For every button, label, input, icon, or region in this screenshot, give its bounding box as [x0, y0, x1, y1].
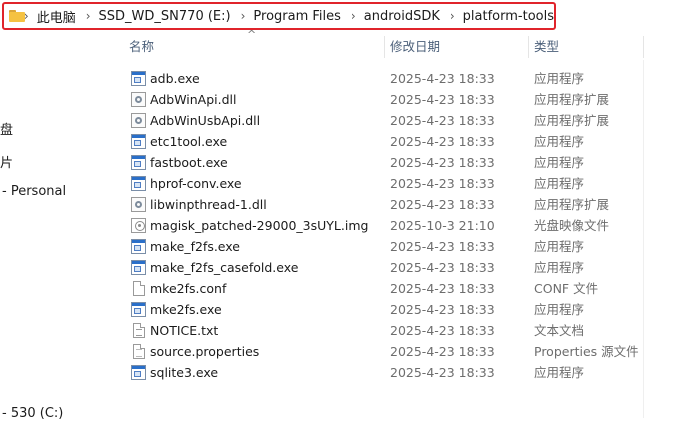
file-type: 应用程序扩展	[534, 92, 610, 107]
file-row[interactable]: source.properties 2025-4-23 18:33 Proper…	[128, 341, 678, 362]
file-type: 应用程序	[534, 176, 585, 191]
file-type: 光盘映像文件	[534, 218, 610, 233]
file-date: 2025-4-23 18:33	[390, 260, 495, 275]
file-date: 2025-4-23 18:33	[390, 197, 495, 212]
file-type: 应用程序扩展	[534, 197, 610, 212]
file-name: etc1tool.exe	[150, 134, 228, 149]
file-name: adb.exe	[150, 71, 200, 86]
file-row[interactable]: libwinpthread-1.dll 2025-4-23 18:33 应用程序…	[128, 194, 678, 215]
column-header-name[interactable]: 名称	[129, 34, 379, 60]
file-name: fastboot.exe	[150, 155, 228, 170]
file-row[interactable]: make_f2fs.exe 2025-4-23 18:33 应用程序	[128, 236, 678, 257]
exe-icon	[131, 302, 146, 317]
file-row[interactable]: hprof-conv.exe 2025-4-23 18:33 应用程序	[128, 173, 678, 194]
file-row[interactable]: sqlite3.exe 2025-4-23 18:33 应用程序	[128, 362, 678, 383]
column-divider[interactable]	[384, 36, 385, 58]
file-row[interactable]: AdbWinApi.dll 2025-4-23 18:33 应用程序扩展	[128, 89, 678, 110]
exe-icon	[131, 134, 146, 149]
exe-icon	[131, 260, 146, 275]
breadcrumb-separator[interactable]: ›	[351, 9, 356, 23]
file-date: 2025-4-23 18:33	[390, 71, 495, 86]
navigation-pane: 盘 片 - Personal - 530 (C:)	[0, 0, 110, 421]
file-row[interactable]: etc1tool.exe 2025-4-23 18:33 应用程序	[128, 131, 678, 152]
column-divider[interactable]	[528, 36, 529, 58]
breadcrumb-androidsdk[interactable]: androidSDK	[364, 9, 440, 24]
breadcrumb-drive[interactable]: SSD_WD_SN770 (E:)	[99, 9, 231, 24]
breadcrumb-platform-tools[interactable]: platform-tools	[463, 9, 554, 24]
nav-item-onedrive-personal[interactable]: - Personal	[2, 184, 66, 199]
file-type: 应用程序	[534, 365, 585, 380]
file-row[interactable]: mke2fs.conf 2025-4-23 18:33 CONF 文件	[128, 278, 678, 299]
nav-item-drive[interactable]: 盘	[0, 119, 13, 138]
file-row[interactable]: mke2fs.exe 2025-4-23 18:33 应用程序	[128, 299, 678, 320]
file-type: 应用程序	[534, 155, 585, 170]
column-header-type[interactable]: 类型	[534, 34, 644, 60]
file-name: make_f2fs_casefold.exe	[150, 260, 299, 275]
file-date: 2025-4-23 18:33	[390, 176, 495, 191]
file-date: 2025-4-23 18:33	[390, 113, 495, 128]
file-type: 应用程序	[534, 71, 585, 86]
file-name: make_f2fs.exe	[150, 239, 240, 254]
file-date: 2025-4-23 18:33	[390, 344, 495, 359]
file-date: 2025-4-23 18:33	[390, 323, 495, 338]
file-name: hprof-conv.exe	[150, 176, 242, 191]
column-divider[interactable]	[643, 36, 644, 58]
file-date: 2025-4-23 18:33	[390, 281, 495, 296]
file-date: 2025-4-23 18:33	[390, 239, 495, 254]
file-date: 2025-10-3 21:10	[390, 218, 495, 233]
file-row[interactable]: magisk_patched-29000_3sUYL.img 2025-10-3…	[128, 215, 678, 236]
file-row[interactable]: NOTICE.txt 2025-4-23 18:33 文本文档	[128, 320, 678, 341]
exe-icon	[131, 176, 146, 191]
exe-icon	[131, 239, 146, 254]
file-name: AdbWinUsbApi.dll	[150, 113, 261, 128]
file-name: sqlite3.exe	[150, 365, 219, 380]
properties-file-icon	[133, 344, 145, 359]
exe-icon	[131, 365, 146, 380]
file-type: CONF 文件	[534, 281, 599, 296]
file-row[interactable]: AdbWinUsbApi.dll 2025-4-23 18:33 应用程序扩展	[128, 110, 678, 131]
file-row[interactable]: adb.exe 2025-4-23 18:33 应用程序	[128, 68, 678, 89]
file-type: 应用程序	[534, 260, 585, 275]
file-type: Properties 源文件	[534, 344, 639, 359]
file-row[interactable]: make_f2fs_casefold.exe 2025-4-23 18:33 应…	[128, 257, 678, 278]
file-name: mke2fs.exe	[150, 302, 222, 317]
file-type: 应用程序	[534, 239, 585, 254]
dll-icon	[131, 113, 146, 128]
breadcrumb-program-files[interactable]: Program Files	[253, 9, 341, 24]
dll-icon	[131, 197, 146, 212]
file-name: libwinpthread-1.dll	[150, 197, 267, 212]
file-date: 2025-4-23 18:33	[390, 302, 495, 317]
exe-icon	[131, 71, 146, 86]
nav-item-pictures[interactable]: 片	[0, 152, 13, 171]
file-name: magisk_patched-29000_3sUYL.img	[150, 218, 369, 233]
disc-image-icon	[131, 218, 146, 233]
exe-icon	[131, 155, 146, 170]
column-header-date[interactable]: 修改日期	[390, 34, 525, 60]
file-type: 应用程序	[534, 302, 585, 317]
file-type: 应用程序扩展	[534, 113, 610, 128]
file-type: 应用程序	[534, 134, 585, 149]
file-date: 2025-4-23 18:33	[390, 365, 495, 380]
dll-icon	[131, 92, 146, 107]
file-name: mke2fs.conf	[150, 281, 227, 296]
file-name: source.properties	[150, 344, 260, 359]
file-name: AdbWinApi.dll	[150, 92, 237, 107]
file-type: 文本文档	[534, 323, 585, 338]
file-date: 2025-4-23 18:33	[390, 155, 495, 170]
breadcrumb-separator[interactable]: ›	[241, 9, 246, 23]
text-file-icon	[133, 323, 145, 338]
breadcrumb-separator[interactable]: ›	[450, 9, 455, 23]
file-icon	[133, 281, 145, 296]
file-date: 2025-4-23 18:33	[390, 92, 495, 107]
nav-item-c-drive[interactable]: - 530 (C:)	[2, 406, 63, 421]
file-date: 2025-4-23 18:33	[390, 134, 495, 149]
file-name: NOTICE.txt	[150, 323, 219, 338]
file-row[interactable]: fastboot.exe 2025-4-23 18:33 应用程序	[128, 152, 678, 173]
